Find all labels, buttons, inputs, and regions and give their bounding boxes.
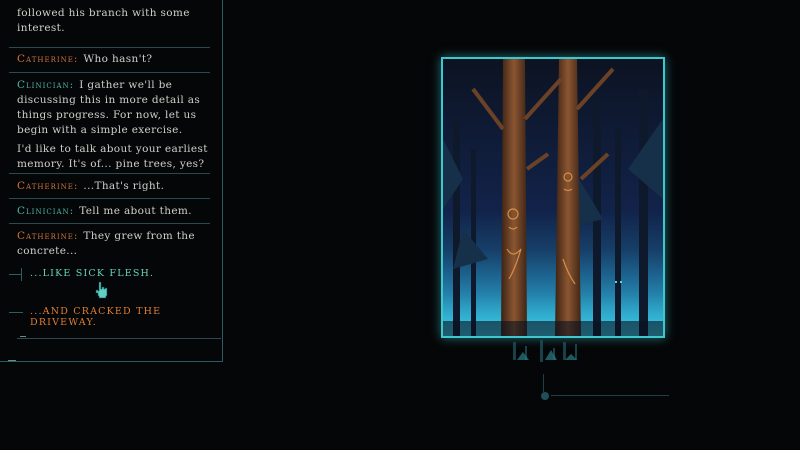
speaker-clinician: Clinician:	[17, 79, 75, 91]
dialogue-line: I'd like to talk about your earliest mem…	[17, 142, 209, 172]
divider	[9, 72, 210, 73]
painting-reflection	[513, 340, 669, 400]
dialogue-line: Catherine: ...That's right.	[17, 179, 209, 194]
dialogue-text: ...That's right.	[83, 180, 165, 192]
dialogue-text: followed his branch with some interest.	[17, 7, 190, 34]
choice-option-cracked-driveway[interactable]: ...and cracked the driveway.	[30, 306, 222, 328]
dialogue-line: Catherine: Who hasn't?	[17, 52, 209, 67]
divider	[9, 47, 210, 48]
dialogue-line: Catherine: They grew from the concrete...	[17, 229, 209, 259]
dialogue-fragment: followed his branch with some interest.	[17, 6, 209, 36]
choice-branch-line	[9, 274, 21, 275]
speaker-catherine: Catherine:	[17, 180, 79, 192]
dialogue-text: Who hasn't?	[83, 53, 153, 65]
dialogue-log[interactable]: followed his branch with some interest. …	[0, 0, 223, 362]
speaker-catherine: Catherine:	[17, 53, 79, 65]
dialogue-line: Clinician: Tell me about them.	[17, 204, 209, 219]
pine-trees-painting	[443, 59, 663, 336]
dialogue-text: Tell me about them.	[79, 205, 192, 217]
dialogue-text: I'd like to talk about your earliest mem…	[17, 143, 208, 170]
divider	[9, 223, 210, 224]
tick-mark	[8, 360, 16, 361]
divider	[9, 198, 210, 199]
choice-branch-line	[9, 312, 23, 313]
dialogue-line: Clinician: I gather we'll be discussing t…	[17, 78, 209, 138]
speaker-clinician: Clinician:	[17, 205, 75, 217]
game-screen: followed his branch with some interest. …	[0, 0, 800, 450]
choice-option-sick-flesh[interactable]: ...like sick flesh.	[30, 268, 154, 279]
tick-mark	[20, 336, 26, 337]
hand-cursor-icon	[95, 281, 108, 299]
divider	[9, 173, 210, 174]
divider	[17, 338, 221, 339]
memory-painting-frame	[441, 57, 665, 338]
choice-branch-line	[21, 268, 22, 281]
speaker-catherine: Catherine:	[17, 230, 79, 242]
